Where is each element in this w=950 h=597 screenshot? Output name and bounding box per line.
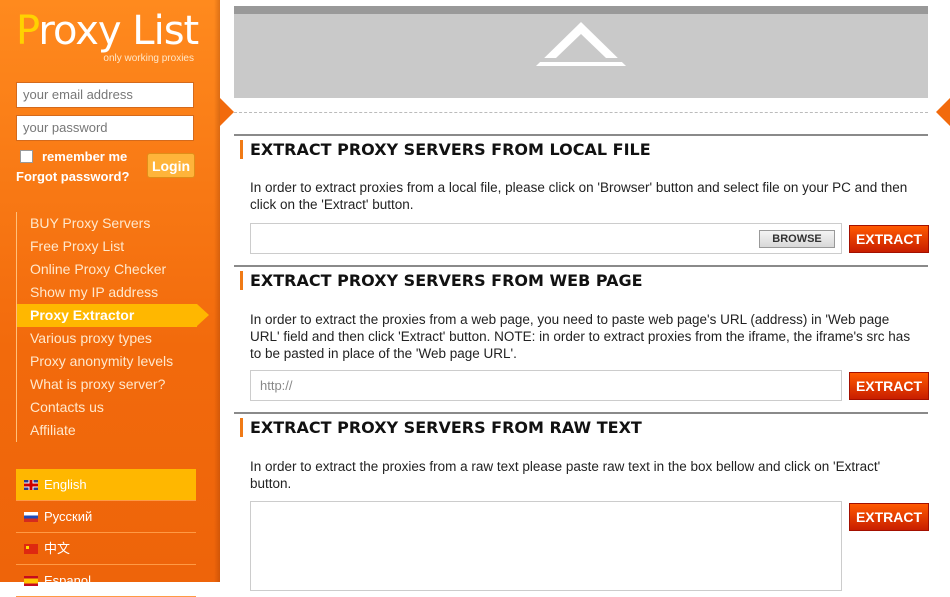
- nav-proxy-extractor[interactable]: Proxy Extractor: [17, 304, 209, 327]
- local-file-input[interactable]: BROWSE: [250, 223, 842, 254]
- remember-checkbox[interactable]: [20, 150, 33, 163]
- email-input[interactable]: your email address: [16, 82, 194, 108]
- extract-raw-text-button[interactable]: EXTRACT: [849, 503, 929, 531]
- logo-initial: P: [16, 8, 39, 54]
- sidebar: Proxy List only working proxies your ema…: [0, 0, 220, 597]
- section-title-web-page: EXTRACT PROXY SERVERS FROM WEB PAGE: [240, 271, 643, 290]
- section-divider: [234, 134, 928, 136]
- raw-text-textarea[interactable]: [250, 501, 842, 591]
- es-flag-icon: [24, 575, 38, 586]
- extract-local-file-button[interactable]: EXTRACT: [849, 225, 929, 253]
- cn-flag-icon: [24, 543, 38, 554]
- section-desc-local-file: In order to extract proxies from a local…: [250, 180, 908, 212]
- banner-separator: [234, 112, 928, 113]
- remember-me[interactable]: remember me: [20, 149, 127, 164]
- section-title-raw-text: EXTRACT PROXY SERVERS FROM RAW TEXT: [240, 418, 642, 437]
- password-input[interactable]: your password: [16, 115, 194, 141]
- logo-text: roxy List: [38, 8, 199, 54]
- lang-russian[interactable]: Русский: [16, 501, 196, 533]
- banner-notch-left: [220, 98, 234, 126]
- browse-button[interactable]: BROWSE: [759, 230, 835, 248]
- lang-label: Espanol: [44, 573, 91, 588]
- lang-chinese[interactable]: 中文: [16, 533, 196, 565]
- login-button[interactable]: Login: [147, 153, 195, 178]
- title-accent-bar: [240, 271, 243, 290]
- title-accent-bar: [240, 418, 243, 437]
- nav-free-proxy-list[interactable]: Free Proxy List: [17, 235, 197, 258]
- nav-show-ip[interactable]: Show my IP address: [17, 281, 197, 304]
- site-logo[interactable]: Proxy List: [16, 8, 199, 54]
- remember-label: remember me: [42, 149, 128, 164]
- section-desc-web-page: In order to extract the proxies from a w…: [250, 312, 911, 361]
- title-text: EXTRACT PROXY SERVERS FROM LOCAL FILE: [250, 140, 651, 159]
- extract-web-page-button[interactable]: EXTRACT: [849, 372, 929, 400]
- lang-label: English: [44, 477, 87, 492]
- nav-proxy-checker[interactable]: Online Proxy Checker: [17, 258, 197, 281]
- title-text: EXTRACT PROXY SERVERS FROM RAW TEXT: [250, 418, 642, 437]
- nav-affiliate[interactable]: Affiliate: [17, 419, 197, 442]
- main-nav: BUY Proxy Servers Free Proxy List Online…: [16, 212, 209, 442]
- section-desc-raw-text: In order to extract the proxies from a r…: [250, 459, 881, 491]
- lang-label: Русский: [44, 509, 93, 524]
- banner-notch-right: [936, 98, 950, 126]
- collapse-arrow-icon[interactable]: [534, 20, 629, 68]
- title-accent-bar: [240, 140, 243, 159]
- lang-label: 中文: [44, 541, 71, 556]
- nav-buy-proxy[interactable]: BUY Proxy Servers: [17, 212, 197, 235]
- lang-english[interactable]: English: [16, 469, 196, 501]
- language-list: English Русский 中文 Espanol: [16, 469, 196, 597]
- section-divider: [234, 265, 928, 267]
- section-divider: [234, 412, 928, 414]
- tagline: only working proxies: [103, 53, 194, 64]
- web-page-url-input[interactable]: http://: [250, 370, 842, 401]
- nav-contacts[interactable]: Contacts us: [17, 396, 197, 419]
- nav-anonymity-levels[interactable]: Proxy anonymity levels: [17, 350, 197, 373]
- title-text: EXTRACT PROXY SERVERS FROM WEB PAGE: [250, 271, 643, 290]
- nav-what-is-proxy[interactable]: What is proxy server?: [17, 373, 197, 396]
- section-title-local-file: EXTRACT PROXY SERVERS FROM LOCAL FILE: [240, 140, 651, 159]
- ru-flag-icon: [24, 511, 38, 522]
- forgot-password-link[interactable]: Forgot password?: [16, 169, 129, 184]
- lang-spanish[interactable]: Espanol: [16, 565, 196, 597]
- uk-flag-icon: [24, 479, 38, 490]
- nav-proxy-types[interactable]: Various proxy types: [17, 327, 197, 350]
